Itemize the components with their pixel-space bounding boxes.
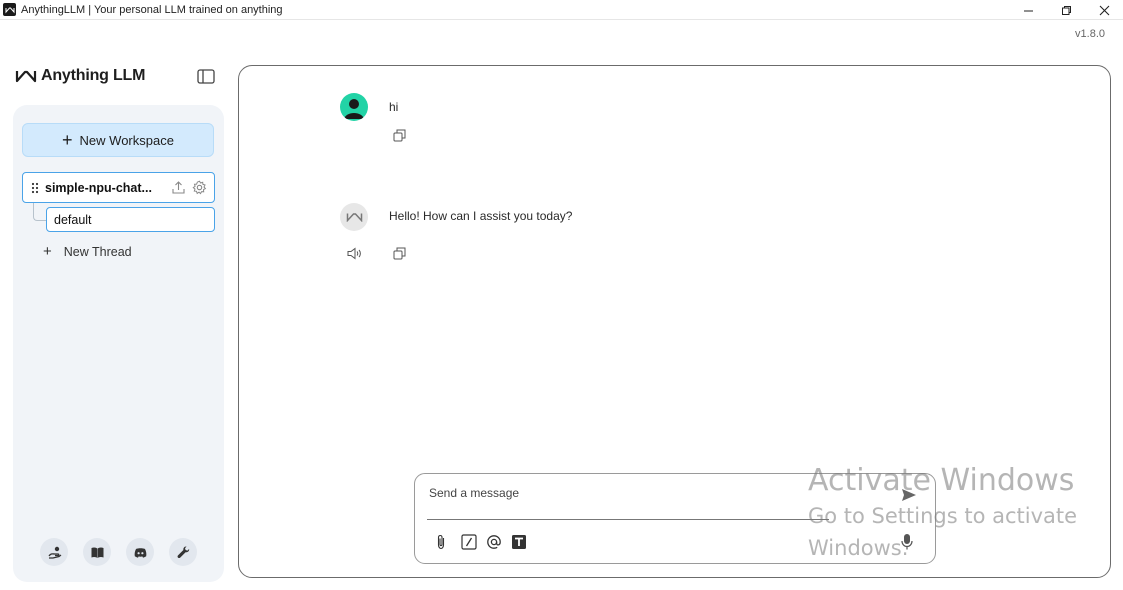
settings-wrench-icon <box>177 545 189 558</box>
watermark-subtitle-line1: Go to Settings to activate <box>808 504 1078 528</box>
close-icon <box>1099 5 1109 15</box>
restore-button[interactable] <box>1047 0 1085 20</box>
docs-button[interactable] <box>83 538 111 566</box>
close-button[interactable] <box>1085 0 1123 20</box>
thread-item-default[interactable]: default <box>46 207 215 232</box>
restore-icon <box>1061 5 1071 15</box>
user-avatar <box>340 93 368 121</box>
anythingllm-logo-icon <box>346 213 362 222</box>
assistant-message-text: Hello! How can I assist you today? <box>389 209 573 223</box>
community-hub-icon <box>47 546 61 559</box>
copy-icon[interactable] <box>393 129 406 142</box>
workspace-item[interactable]: simple-npu-chat... <box>22 172 215 203</box>
thread-tree-connector <box>33 203 47 221</box>
new-workspace-button[interactable]: + New Workspace <box>22 123 214 157</box>
speaker-icon[interactable] <box>347 247 362 260</box>
brand-name: Anything LLM <box>41 67 146 84</box>
minimize-icon <box>1023 10 1033 11</box>
minimize-button[interactable] <box>1009 0 1047 20</box>
slash-command-icon[interactable] <box>461 534 477 550</box>
mention-icon[interactable] <box>486 534 502 550</box>
watermark-title: Activate Windows <box>808 463 1075 498</box>
copy-icon[interactable] <box>393 247 406 260</box>
discord-icon <box>134 547 146 558</box>
new-thread-label: New Thread <box>63 244 132 259</box>
message-input[interactable] <box>429 483 849 503</box>
plus-icon: + <box>62 130 73 150</box>
attach-icon[interactable] <box>433 534 449 550</box>
composer-divider <box>427 519 829 520</box>
settings-button[interactable] <box>169 538 197 566</box>
text-size-icon[interactable] <box>511 534 527 550</box>
plus-icon: + <box>43 243 52 260</box>
activate-windows-watermark: Activate Windows Go to Settings to activ… <box>808 462 1077 564</box>
gear-icon[interactable] <box>192 180 207 195</box>
sidebar-toggle-icon[interactable] <box>197 69 215 84</box>
anythingllm-logo-icon <box>15 70 37 83</box>
sidebar: + New Workspace simple-npu-chat... defau… <box>13 105 224 582</box>
sidebar-footer <box>40 538 212 566</box>
user-avatar-icon <box>344 99 364 119</box>
community-hub-button[interactable] <box>40 538 68 566</box>
version-label: v1.8.0 <box>1075 28 1105 40</box>
new-thread-button[interactable]: + New Thread <box>43 244 132 259</box>
drag-handle-icon[interactable] <box>31 182 39 194</box>
new-workspace-label: New Workspace <box>79 132 174 148</box>
docs-book-icon <box>91 546 103 558</box>
window-titlebar: AnythingLLM | Your personal LLM trained … <box>0 0 1123 20</box>
assistant-avatar <box>340 203 368 231</box>
brand-logo: Anything LLM <box>15 67 145 85</box>
workspace-name: simple-npu-chat... <box>45 180 152 195</box>
upload-icon[interactable] <box>171 180 186 195</box>
watermark-subtitle-line2: Windows. <box>808 536 909 560</box>
app-logo-icon <box>3 3 16 16</box>
user-message-text: hi <box>389 100 399 114</box>
window-title: AnythingLLM | Your personal LLM trained … <box>21 3 283 16</box>
discord-button[interactable] <box>126 538 154 566</box>
